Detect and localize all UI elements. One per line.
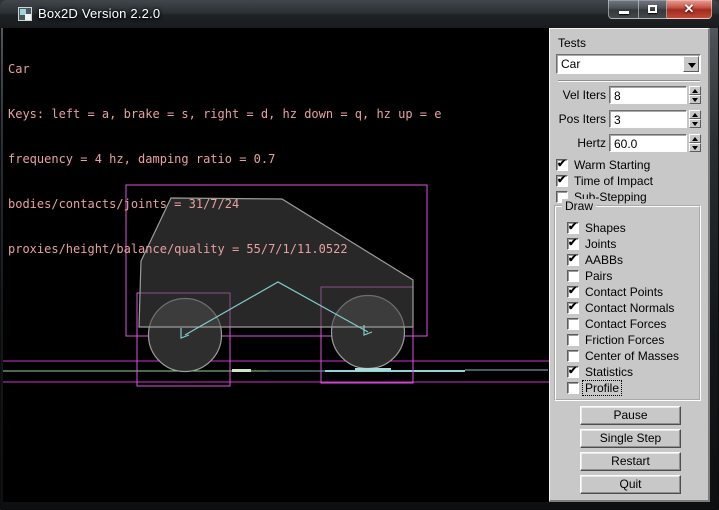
vel-iters-label: Vel Iters bbox=[550, 88, 606, 102]
single-step-button[interactable]: Single Step bbox=[580, 429, 681, 448]
checkbox-icon[interactable] bbox=[567, 350, 579, 362]
checkbox-icon[interactable] bbox=[567, 286, 579, 298]
center-of-masses-label: Center of Masses bbox=[585, 349, 679, 363]
draw-group-legend: Draw bbox=[562, 199, 596, 213]
dropdown-button[interactable] bbox=[683, 56, 699, 72]
control-panel: Tests Car Vel Iters Pos Iters Hertz bbox=[549, 28, 710, 502]
app-icon-pane2 bbox=[25, 14, 31, 20]
spin-down-button[interactable] bbox=[689, 95, 701, 104]
checkbox-icon[interactable] bbox=[556, 159, 568, 171]
profile-label: Profile bbox=[583, 381, 621, 395]
spin-down-button[interactable] bbox=[689, 119, 701, 128]
pairs-label: Pairs bbox=[585, 269, 612, 283]
hertz-label: Hertz bbox=[550, 136, 606, 150]
vel-iters-spinner[interactable] bbox=[689, 86, 701, 104]
quit-button[interactable]: Quit bbox=[580, 475, 681, 494]
maximize-icon bbox=[648, 5, 657, 13]
pause-button[interactable]: Pause bbox=[580, 406, 681, 425]
contact-forces-label: Contact Forces bbox=[585, 317, 666, 331]
checkbox-icon[interactable] bbox=[567, 382, 579, 394]
maximize-button[interactable] bbox=[638, 0, 667, 19]
caption-buttons: ✕ bbox=[608, 0, 712, 19]
checkbox-icon[interactable] bbox=[567, 302, 579, 314]
stats-line-title: Car bbox=[8, 62, 441, 77]
checkbox-icon[interactable] bbox=[556, 175, 568, 187]
debug-stats-text: Car Keys: left = a, brake = s, right = d… bbox=[8, 32, 441, 287]
pos-iters-label: Pos Iters bbox=[550, 112, 606, 126]
checkbox-icon[interactable] bbox=[567, 334, 579, 346]
spin-up-button[interactable] bbox=[689, 110, 701, 119]
title-bar[interactable]: Box2D Version 2.2.0 ✕ bbox=[0, 0, 719, 28]
spin-down-button[interactable] bbox=[689, 143, 701, 152]
checkbox-icon[interactable] bbox=[567, 222, 579, 234]
test-select-dropdown[interactable]: Car bbox=[556, 54, 701, 74]
arrow-up-icon bbox=[692, 113, 698, 117]
pos-iters-input[interactable] bbox=[609, 110, 687, 128]
stats-line-keys: Keys: left = a, brake = s, right = d, hz… bbox=[8, 107, 441, 122]
vel-iters-row: Vel Iters bbox=[550, 86, 711, 104]
spin-up-button[interactable] bbox=[689, 134, 701, 143]
checkbox-icon[interactable] bbox=[567, 238, 579, 250]
arrow-down-icon bbox=[692, 146, 698, 150]
left-contact-point bbox=[232, 369, 251, 372]
restart-button[interactable]: Restart bbox=[580, 452, 681, 471]
contact-normals-label: Contact Normals bbox=[585, 301, 674, 315]
contact-points-label: Contact Points bbox=[585, 285, 663, 299]
simulation-canvas[interactable]: Car Keys: left = a, brake = s, right = d… bbox=[3, 28, 549, 502]
friction-forces-label: Friction Forces bbox=[585, 333, 664, 347]
separator bbox=[558, 80, 700, 82]
checkbox-icon[interactable] bbox=[567, 254, 579, 266]
stats-line-proxies: proxies/height/balance/quality = 55/7/1/… bbox=[8, 242, 441, 257]
checkbox-icon[interactable] bbox=[567, 366, 579, 378]
test-selected-value: Car bbox=[561, 57, 580, 71]
right-contact-point bbox=[355, 368, 391, 371]
close-button[interactable]: ✕ bbox=[667, 0, 712, 19]
aabbs-label: AABBs bbox=[585, 253, 623, 267]
stats-line-bodies: bodies/contacts/joints = 31/7/24 bbox=[8, 197, 441, 212]
checkbox-icon[interactable] bbox=[567, 270, 579, 282]
hertz-input[interactable] bbox=[609, 134, 687, 152]
vel-iters-input[interactable] bbox=[609, 86, 687, 104]
hertz-row: Hertz bbox=[550, 134, 711, 152]
app-window: Box2D Version 2.2.0 ✕ bbox=[0, 0, 719, 510]
time-of-impact-label: Time of Impact bbox=[574, 174, 653, 188]
pos-iters-spinner[interactable] bbox=[689, 110, 701, 128]
app-icon bbox=[18, 7, 32, 21]
window-title: Box2D Version 2.2.0 bbox=[38, 6, 160, 21]
tests-label: Tests bbox=[558, 36, 586, 50]
spin-up-button[interactable] bbox=[689, 86, 701, 95]
chevron-down-icon bbox=[688, 63, 696, 68]
statistics-label: Statistics bbox=[585, 365, 633, 379]
minimize-icon bbox=[619, 11, 629, 14]
joints-label: Joints bbox=[585, 237, 616, 251]
arrow-down-icon bbox=[692, 122, 698, 126]
stats-line-frequency: frequency = 4 hz, damping ratio = 0.7 bbox=[8, 152, 441, 167]
pos-iters-row: Pos Iters bbox=[550, 110, 711, 128]
shapes-label: Shapes bbox=[585, 221, 626, 235]
arrow-up-icon bbox=[692, 137, 698, 141]
warm-starting-label: Warm Starting bbox=[574, 158, 650, 172]
arrow-up-icon bbox=[692, 89, 698, 93]
minimize-button[interactable] bbox=[608, 0, 638, 19]
hertz-spinner[interactable] bbox=[689, 134, 701, 152]
arrow-down-icon bbox=[692, 98, 698, 102]
close-icon: ✕ bbox=[667, 1, 711, 17]
checkbox-icon[interactable] bbox=[567, 318, 579, 330]
